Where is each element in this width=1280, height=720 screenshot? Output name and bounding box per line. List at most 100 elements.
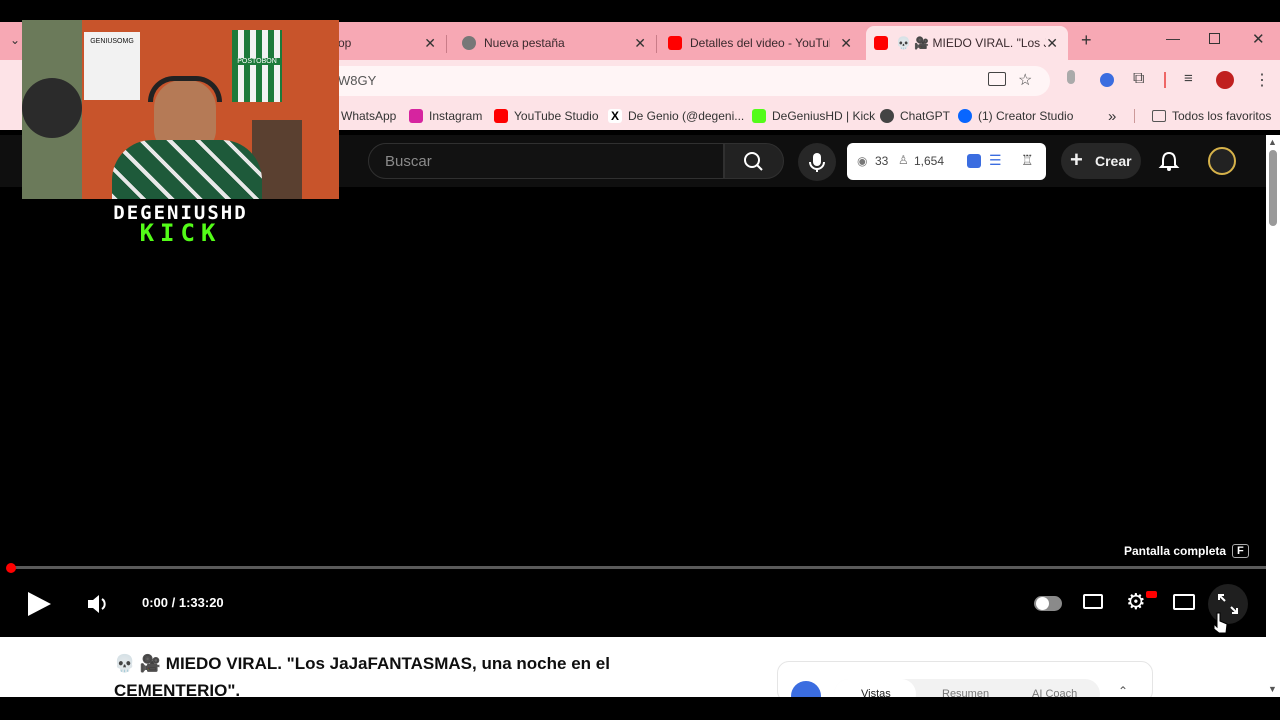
bookmarks-overflow-button[interactable]: » (1108, 107, 1116, 125)
close-icon[interactable]: ✕ (1046, 35, 1058, 52)
close-icon[interactable]: ✕ (840, 35, 852, 52)
tooltip-shortcut-key: F (1232, 544, 1249, 558)
top-strip (0, 0, 1280, 22)
search-button[interactable] (724, 143, 784, 179)
vidiq-icon (967, 154, 981, 168)
bookmark-label: (1) Creator Studio (978, 109, 1074, 123)
create-button[interactable]: + Crear (1061, 143, 1141, 179)
tab-label: Detalles del video - YouTube (690, 36, 830, 50)
voice-icon[interactable] (1067, 70, 1075, 84)
create-label: Crear (1095, 153, 1132, 169)
tooltip-text: Pantalla completa (1124, 544, 1227, 558)
vidiq-stats-widget[interactable]: ◉ 33 ♙ 1,654 ☰ ♖ (847, 143, 1046, 180)
install-app-icon[interactable] (988, 72, 1006, 86)
close-window-icon[interactable]: ✕ (1252, 30, 1265, 48)
url-text: W8GY (338, 73, 377, 88)
voice-search-button[interactable] (798, 143, 836, 181)
notifications-button[interactable] (1158, 150, 1180, 177)
instagram-icon (409, 109, 423, 123)
fan-icon (22, 78, 82, 138)
bookmark-star-icon[interactable]: ☆ (1018, 70, 1032, 90)
channel-avatar[interactable] (1208, 147, 1236, 175)
bookmark-kick[interactable]: DeGeniusHD | Kick (752, 107, 875, 125)
scrollbar-thumb[interactable] (1269, 150, 1277, 226)
bookmark-label: Todos los favoritos (1172, 109, 1272, 123)
bell-icon (1158, 151, 1180, 171)
bookmark-whatsapp[interactable]: WhatsApp (341, 107, 396, 125)
subscribers-count: 1,654 (914, 154, 945, 168)
minimize-icon[interactable]: — (1166, 30, 1180, 46)
time-display: 0:00 / 1:33:20 (142, 595, 224, 610)
youtube-icon (668, 36, 682, 50)
address-bar[interactable] (300, 66, 1050, 96)
browser-menu-icon[interactable]: ⋮ (1254, 70, 1270, 90)
tab-label: op (338, 36, 352, 50)
bookmark-label: De Genio (@degeni... (628, 109, 745, 123)
bookmark-youtube-studio[interactable]: YouTube Studio (494, 107, 599, 125)
microphone-icon (809, 153, 825, 172)
meta-icon (958, 109, 972, 123)
eye-icon: ◉ (857, 154, 868, 168)
bookmarks-divider (1134, 109, 1135, 123)
bookmark-chatgpt[interactable]: ChatGPT (880, 107, 950, 125)
chevron-up-icon[interactable]: ⌃ (1118, 684, 1128, 698)
tab-whatsapp[interactable]: op ✕ (338, 26, 447, 60)
close-icon[interactable]: ✕ (424, 35, 436, 52)
folder-icon (1152, 110, 1166, 122)
plus-icon: + (1070, 147, 1083, 172)
close-icon[interactable]: ✕ (634, 35, 646, 52)
bookmark-label: Instagram (429, 109, 483, 123)
chatgpt-icon (880, 109, 894, 123)
webcam-overlay: GENIUSOMG POSTOBON (22, 20, 339, 199)
toggle-knob (1036, 597, 1049, 610)
x-icon: X (608, 109, 622, 123)
tab-active-video[interactable]: 💀 🎥 MIEDO VIRAL. "Los J ✕ (866, 26, 1068, 60)
bookmark-label: YouTube Studio (514, 109, 599, 123)
bookmark-label: ChatGPT (900, 109, 951, 123)
youtube-icon (494, 109, 508, 123)
tab-label: Nueva pestaña (484, 36, 565, 50)
headphones-icon (148, 76, 222, 102)
bookmark-creator-studio[interactable]: (1) Creator Studio (958, 107, 1073, 125)
mouse-cursor-icon (1213, 612, 1228, 639)
video-title: 💀 🎥 MIEDO VIRAL. "Los JaJaFANTASMAS, una… (114, 654, 610, 700)
bookmark-instagram[interactable]: Instagram (409, 107, 482, 125)
play-button[interactable] (26, 591, 52, 622)
theater-mode-button[interactable] (1173, 594, 1195, 610)
volume-button[interactable] (86, 592, 110, 621)
person-icon: ♙ (898, 153, 909, 167)
scroll-down-arrow-icon[interactable]: ▼ (1268, 684, 1277, 694)
extensions-icon[interactable]: ⧉ (1133, 70, 1144, 88)
toolbar-divider (1164, 72, 1166, 88)
settings-gear-icon[interactable]: ⚙ (1126, 589, 1146, 615)
bottom-strip (0, 697, 1280, 720)
video-player[interactable] (0, 187, 1266, 637)
autoplay-toggle[interactable] (1034, 596, 1062, 611)
profile-avatar[interactable] (1216, 71, 1234, 89)
overlay-platform-label: KICK (139, 219, 222, 247)
new-tab-button[interactable]: + (1081, 30, 1092, 51)
kick-icon (752, 109, 766, 123)
fullscreen-tooltip: Pantalla completa F (1124, 544, 1249, 558)
progress-bar[interactable] (10, 566, 1266, 569)
jersey-left: GENIUSOMG (84, 32, 140, 100)
scroll-up-arrow-icon[interactable]: ▲ (1268, 137, 1277, 147)
all-bookmarks-button[interactable]: Todos los favoritos (1152, 107, 1271, 125)
vidiq-extension-icon[interactable] (1100, 73, 1114, 87)
restore-icon[interactable] (1209, 33, 1220, 44)
tab-search-chevron-icon[interactable]: ⌄ (10, 33, 20, 47)
tab-separator (446, 35, 447, 53)
checklist-icon: ☰ (989, 152, 1002, 168)
tab-video-details[interactable]: Detalles del video - YouTube ✕ (658, 26, 862, 60)
tab-separator (656, 35, 657, 53)
chrome-icon (462, 36, 476, 50)
play-icon (28, 592, 51, 616)
tab-label: 💀 🎥 MIEDO VIRAL. "Los J (896, 36, 1046, 50)
bookmark-label: WhatsApp (341, 109, 397, 123)
tab-new-tab[interactable]: Nueva pestaña ✕ (452, 26, 657, 60)
hd-badge (1146, 591, 1157, 598)
subtitles-button[interactable] (1083, 594, 1103, 609)
scrubber-handle[interactable] (6, 563, 16, 573)
bookmark-x[interactable]: X De Genio (@degeni... (608, 107, 744, 125)
media-controls-icon[interactable]: ≡ (1184, 70, 1193, 87)
